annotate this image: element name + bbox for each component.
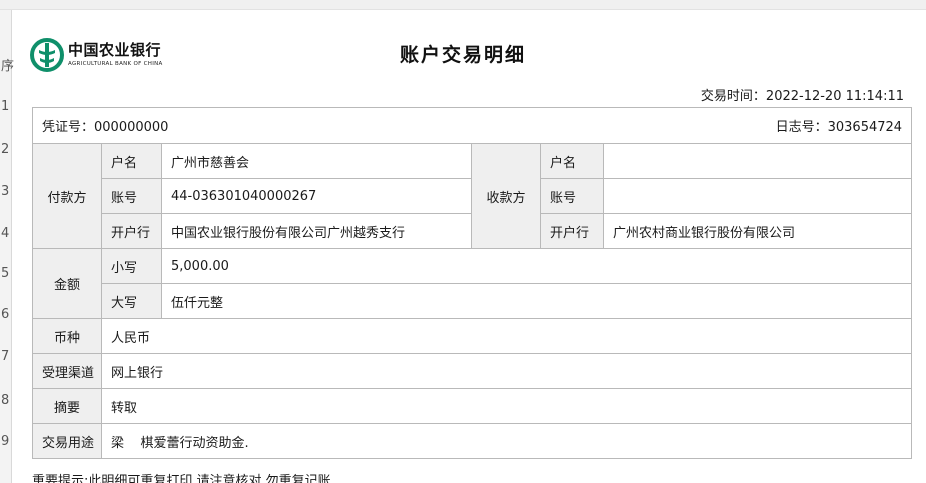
- payer-label: 付款方: [32, 143, 102, 249]
- summary-value: 转取: [100, 388, 913, 424]
- purpose-label: 交易用途: [32, 423, 102, 459]
- row-header-4[interactable]: 4: [1, 227, 12, 241]
- table-row: 摘要 转取: [32, 388, 913, 424]
- row-header-3[interactable]: 3: [1, 185, 12, 199]
- channel-value: 网上银行: [100, 353, 913, 389]
- abc-bank-logo-icon: [30, 38, 64, 72]
- spreadsheet-row-gutter: 序 1 2 3 4 5 6 7 8 9: [0, 10, 14, 483]
- trade-time-label: 交易时间：: [700, 89, 766, 104]
- payer-name: 广州市慈善会: [161, 143, 472, 179]
- log-value: 303654724: [827, 120, 903, 135]
- currency-value: 人民币: [100, 318, 913, 354]
- payer-account: 44-036301040000267: [161, 178, 472, 214]
- row-header-2[interactable]: 2: [1, 143, 12, 157]
- payee-bank-label: 开户行: [540, 213, 604, 249]
- row-header-0[interactable]: 序: [1, 60, 14, 74]
- payee-name: [602, 143, 913, 179]
- table-row: 币种 人民币: [32, 318, 913, 354]
- row-header-1[interactable]: 1: [1, 100, 12, 114]
- amount-figure: 5,000.00: [160, 248, 913, 284]
- payee-account-label: 账号: [540, 178, 604, 214]
- payer-bank: 中国农业银行股份有限公司广州越秀支行: [161, 213, 472, 249]
- channel-label: 受理渠道: [32, 353, 102, 389]
- spreadsheet-column-header-strip: [0, 0, 926, 10]
- payee-bank: 广州农村商业银行股份有限公司: [602, 213, 913, 249]
- purpose-value: 梁 棋爱蕾行动资助金.: [100, 423, 913, 459]
- document-title: 账户交易明细: [400, 44, 527, 66]
- payer-bank-label: 开户行: [101, 213, 162, 249]
- table-row: 受理渠道 网上银行: [32, 353, 913, 389]
- voucher-value: 000000000: [94, 120, 169, 135]
- meta-row: 凭证号：000000000 日志号：303654724: [31, 107, 913, 144]
- amount-words: 伍仟元整: [160, 283, 913, 319]
- meta-cell: 凭证号：000000000 日志号：303654724: [31, 107, 913, 144]
- payer-account-label: 账号: [101, 178, 162, 214]
- trade-time-value: 2022-12-20 11:14:11: [765, 89, 904, 104]
- row-header-8[interactable]: 8: [1, 394, 12, 408]
- important-notice: 重要提示:此明细可重复打印,请注意核对,勿重复记账: [32, 474, 331, 483]
- payee-label: 收款方: [471, 143, 541, 249]
- voucher-number: 凭证号：000000000: [42, 116, 168, 135]
- amount-figure-label: 小写: [101, 248, 162, 284]
- voucher-label: 凭证号：: [42, 120, 95, 135]
- table-row: 付款方 户名 广州市慈善会 收款方 户名: [32, 143, 913, 249]
- row-header-7[interactable]: 7: [1, 350, 12, 364]
- amount-words-label: 大写: [101, 283, 162, 319]
- bank-name-en: AGRICULTURAL BANK OF CHINA: [68, 61, 163, 67]
- trade-time: 交易时间：2022-12-20 11:14:11: [701, 85, 904, 104]
- row-header-5[interactable]: 5: [1, 267, 12, 281]
- log-number: 日志号：303654724: [776, 116, 902, 135]
- payee-name-label: 户名: [540, 143, 604, 179]
- log-label: 日志号：: [775, 120, 828, 135]
- table-row: 大写 伍仟元整: [33, 283, 913, 319]
- table-row: 金额 小写 5,000.00: [32, 248, 913, 319]
- bank-name-cn: 中国农业银行: [68, 41, 162, 59]
- transaction-detail-table: 凭证号：000000000 日志号：303654724 付款方 户名 广州市慈善…: [31, 107, 913, 459]
- amount-label: 金额: [32, 248, 102, 319]
- currency-label: 币种: [32, 318, 102, 354]
- payee-account: [602, 178, 913, 214]
- table-row: 交易用途 梁 棋爱蕾行动资助金.: [32, 423, 913, 459]
- row-header-6[interactable]: 6: [1, 308, 12, 322]
- payer-name-label: 户名: [101, 143, 162, 179]
- summary-label: 摘要: [32, 388, 102, 424]
- row-header-9[interactable]: 9: [1, 435, 12, 449]
